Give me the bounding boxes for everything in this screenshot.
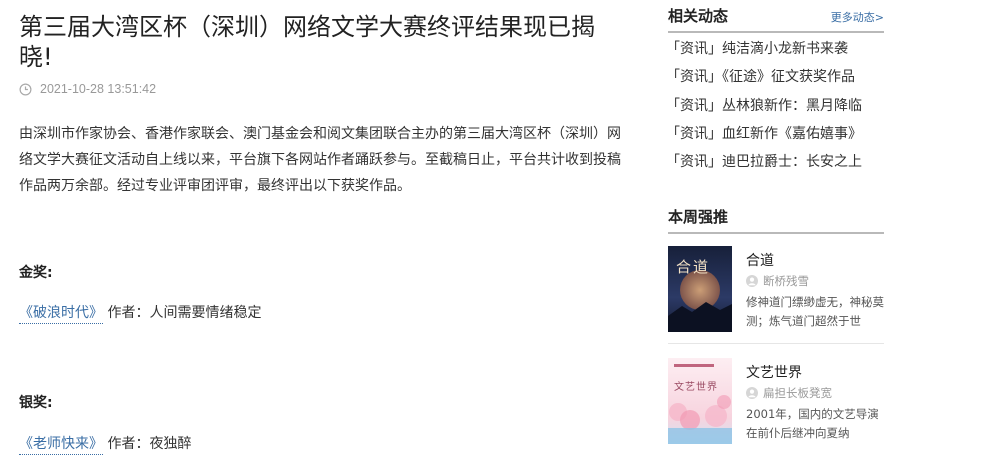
book-author-name: 断桥残雪 [763, 274, 809, 288]
author-name: 人间需要情绪稳定 [149, 305, 262, 321]
book-cover-title: 文艺世界 [674, 382, 718, 393]
book-description: 2001年，国内的文艺导演在前仆后继冲向夏纳 [746, 407, 879, 440]
related-news-item[interactable]: 「资讯」丛林狼新作：黑月降临 [666, 95, 886, 123]
author-prefix: 作者： [107, 305, 150, 321]
book-author-name: 扁担长板凳宽 [763, 386, 832, 400]
weekly-book-card[interactable]: 合道 合道 断桥残雪 修神道门缥缈虚无，神秘莫测；炼气道门超然于世 [668, 246, 886, 334]
article-lead-paragraph: 由深圳市作家协会、香港作家联会、澳门基金会和阅文集团联合主办的第三届大湾区杯（深… [19, 126, 621, 194]
user-avatar-icon [746, 275, 758, 287]
award-entry-silver: 《老师快来》 作者：夜独醉 [19, 434, 192, 455]
book-link-silver[interactable]: 《老师快来》 [19, 436, 103, 455]
book-link-gold[interactable]: 《破浪时代》 [19, 305, 103, 324]
award-heading-gold: 金奖: [19, 265, 53, 281]
related-news-title: 相关动态 [668, 7, 729, 25]
card-divider [668, 343, 884, 344]
weekly-picks-divider [668, 232, 884, 234]
book-author: 扁担长板凳宽 [746, 385, 832, 401]
book-cover-image[interactable]: 文艺世界 [668, 358, 732, 444]
related-news-item[interactable]: 「资讯」纯洁滴小龙新书来袭 [666, 38, 886, 66]
publish-datetime: 2021-10-28 13:51:42 [40, 82, 157, 96]
author-name: 夜独醉 [149, 436, 192, 452]
clock-icon [19, 83, 32, 95]
article-title: 第三届大湾区杯（深圳）网络文学大赛终评结果现已揭晓! [19, 13, 595, 71]
book-name[interactable]: 文艺世界 [746, 362, 802, 382]
more-news-link[interactable]: 更多动态> [831, 9, 884, 25]
user-avatar-icon [746, 387, 758, 399]
related-news-item[interactable]: 「资讯」血红新作《嘉佑嬉事》 [666, 123, 886, 151]
weekly-book-card[interactable]: 文艺世界 文艺世界 扁担长板凳宽 2001年，国内的文艺导演在前仆后继冲向夏纳 [668, 358, 886, 446]
related-news-item[interactable]: 「资讯」迪巴拉爵士：长安之上 [666, 151, 886, 179]
book-name[interactable]: 合道 [746, 250, 774, 270]
book-author: 断桥残雪 [746, 273, 809, 289]
award-entry-gold: 《破浪时代》 作者：人间需要情绪稳定 [19, 303, 262, 324]
book-description: 修神道门缥缈虚无，神秘莫测；炼气道门超然于世 [746, 295, 884, 328]
article-meta: 2021-10-28 13:51:42 [19, 80, 156, 98]
author-prefix: 作者： [107, 436, 150, 452]
weekly-picks-title: 本周强推 [668, 208, 729, 226]
related-news-item[interactable]: 「资讯」《征途》征文获奖作品 [666, 66, 886, 94]
weekly-picks-header: 本周强推 [668, 206, 884, 230]
book-cover-image[interactable]: 合道 [668, 246, 732, 332]
related-news-list: 「资讯」纯洁滴小龙新书来袭 「资讯」《征途》征文获奖作品 「资讯」丛林狼新作：黑… [666, 38, 886, 179]
related-news-divider [668, 31, 884, 33]
related-news-header: 相关动态 更多动态> [668, 5, 884, 29]
book-cover-title: 合道 [676, 258, 711, 276]
award-heading-silver: 银奖: [19, 395, 53, 411]
